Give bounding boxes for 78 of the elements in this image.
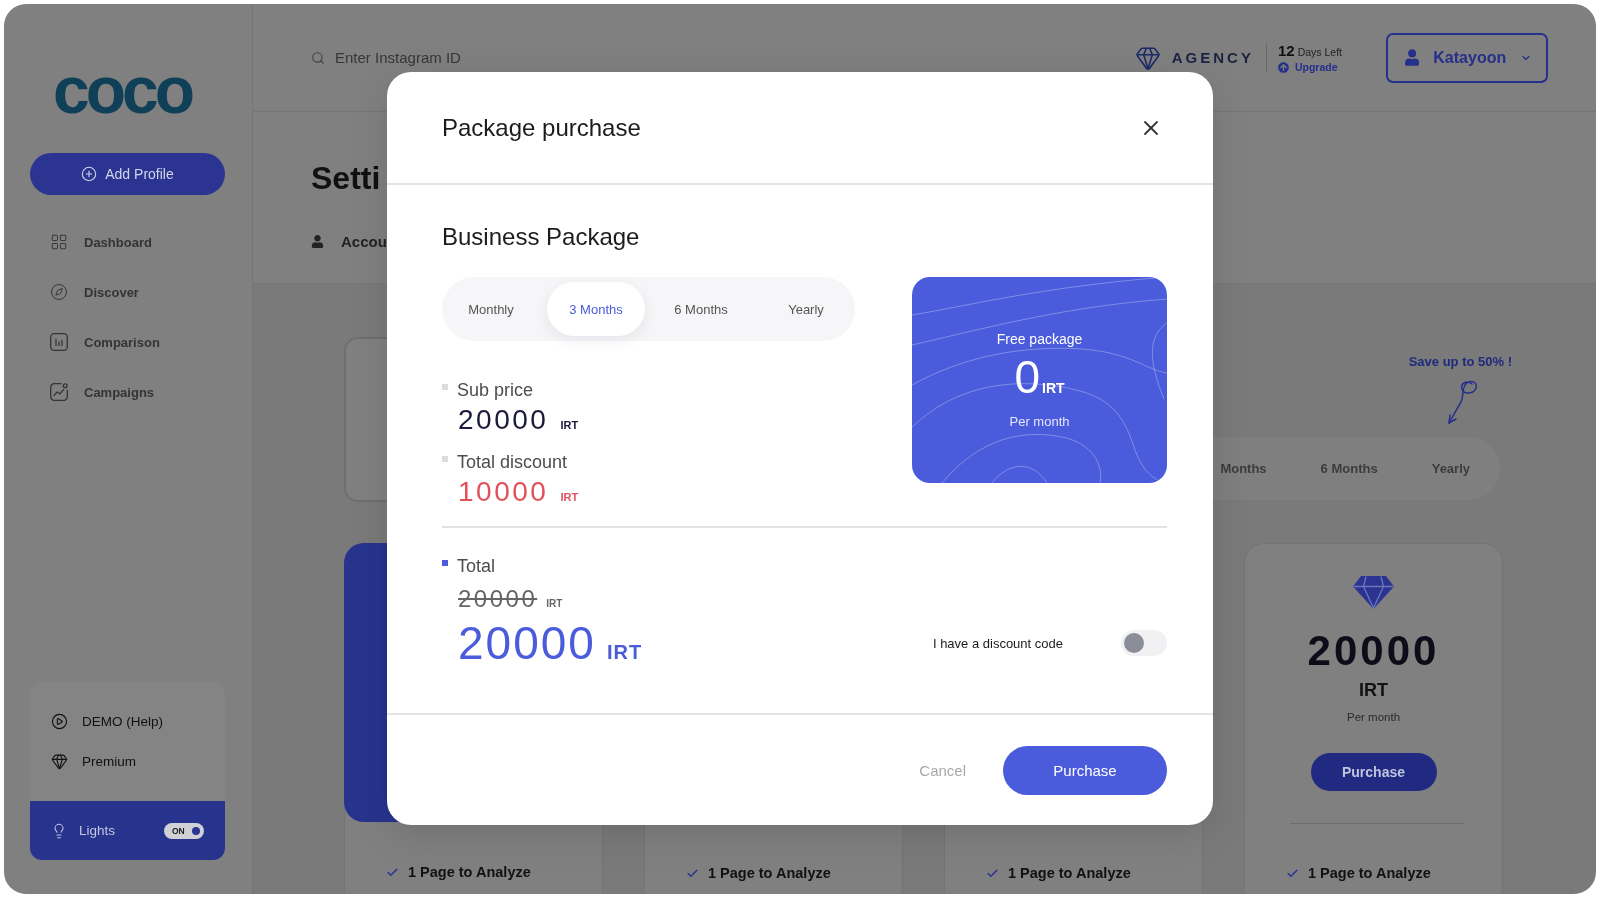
nav-item[interactable]: Dashboard bbox=[30, 217, 225, 267]
period-label: Per month bbox=[1346, 710, 1401, 724]
square-bullet-icon bbox=[442, 560, 448, 566]
logo: coco bbox=[53, 57, 192, 123]
currency-label: IRT bbox=[606, 641, 643, 664]
days-count: 12 bbox=[1277, 42, 1295, 59]
plan-name: Free package bbox=[996, 330, 1083, 349]
discount-code-label: I have a discount code bbox=[932, 635, 1063, 651]
help-item[interactable]: Premium bbox=[30, 741, 225, 781]
lights-toggle[interactable]: ON bbox=[164, 822, 204, 839]
discount-code-switch[interactable] bbox=[1121, 630, 1167, 656]
nav-item[interactable]: Campaigns bbox=[30, 367, 225, 417]
play-icon bbox=[51, 712, 68, 730]
nav-item[interactable]: Comparison bbox=[30, 317, 225, 367]
check-icon bbox=[686, 866, 699, 880]
dialog-title: Package purchase bbox=[442, 113, 641, 142]
period-label: Per month bbox=[1009, 413, 1070, 431]
nav-item[interactable]: Discover bbox=[30, 267, 225, 317]
feature-text: 1 Page to Analyze bbox=[1008, 864, 1131, 883]
check-icon bbox=[986, 866, 999, 880]
days-label: Days Left bbox=[1297, 46, 1342, 58]
period-tab[interactable]: Yearly bbox=[1431, 461, 1470, 476]
feature-text: 1 Page to Analyze bbox=[408, 863, 531, 882]
period-tab[interactable]: 6 Months bbox=[652, 282, 750, 336]
currency-label: IRT bbox=[1042, 380, 1065, 396]
period-tab[interactable]: Monthly bbox=[442, 282, 540, 336]
plan-label: AGENCY bbox=[1171, 49, 1254, 66]
search-field[interactable]: Enter Instagram ID bbox=[335, 45, 635, 70]
currency-label: IRT bbox=[1359, 679, 1388, 701]
compass-icon bbox=[50, 283, 68, 301]
upgrade-link[interactable]: Upgrade bbox=[1277, 61, 1342, 73]
line-chart-icon bbox=[50, 383, 68, 401]
user-icon bbox=[311, 234, 324, 248]
lights-label: Lights bbox=[79, 823, 116, 838]
help-item[interactable]: DEMO (Help) bbox=[30, 701, 225, 741]
package-name: Business Package bbox=[442, 222, 640, 252]
purchase-button[interactable]: Purchase bbox=[1003, 745, 1167, 795]
total-amount: 20000 bbox=[458, 616, 596, 671]
page-title: Setti bbox=[311, 159, 381, 198]
diamond-icon bbox=[1353, 576, 1394, 609]
price-amount: 20000 bbox=[458, 403, 549, 437]
check-icon bbox=[1286, 866, 1299, 880]
diamond-icon bbox=[1134, 44, 1161, 71]
feature-text: 1 Page to Analyze bbox=[1308, 864, 1431, 883]
price-amount: 10000 bbox=[458, 475, 549, 509]
purchase-button[interactable]: Purchase bbox=[1310, 753, 1437, 791]
feature-text: 1 Page to Analyze bbox=[708, 864, 831, 883]
price-amount: 20000 bbox=[1307, 627, 1440, 675]
bar-chart-icon bbox=[50, 333, 68, 351]
price-label: Sub price bbox=[457, 379, 534, 401]
add-profile-button[interactable]: Add Profile bbox=[30, 153, 225, 195]
square-bullet-icon bbox=[442, 456, 448, 462]
switch-knob-icon bbox=[1124, 633, 1144, 653]
grid-icon bbox=[50, 233, 68, 251]
period-tab[interactable]: 3 Months bbox=[547, 282, 645, 336]
cancel-button[interactable]: Cancel bbox=[919, 761, 966, 779]
lightbulb-icon bbox=[51, 822, 67, 839]
total-label: Total bbox=[457, 555, 496, 577]
account-tab[interactable]: Accou bbox=[311, 229, 387, 253]
user-menu-button[interactable]: Katayoon bbox=[1386, 32, 1548, 83]
period-tab[interactable]: 6 Months bbox=[1320, 461, 1378, 476]
price-label: Total discount bbox=[457, 451, 568, 473]
user-icon bbox=[1405, 49, 1420, 66]
promo-text: Save up to 50% ! bbox=[1408, 354, 1512, 370]
diamond-icon bbox=[51, 752, 68, 770]
currency-label: IRT bbox=[546, 598, 563, 609]
period-tab[interactable]: Yearly bbox=[757, 282, 855, 336]
plus-icon bbox=[81, 166, 98, 182]
curly-arrow-icon bbox=[1447, 378, 1478, 425]
check-icon bbox=[386, 865, 399, 879]
currency-label: IRT bbox=[560, 419, 579, 431]
toggle-knob-icon bbox=[192, 826, 200, 835]
old-price-amount: 20000 bbox=[458, 585, 538, 613]
period-tab[interactable]: Months bbox=[1220, 461, 1267, 476]
price-amount: 0 bbox=[1014, 353, 1040, 401]
currency-label: IRT bbox=[560, 491, 579, 503]
square-bullet-icon bbox=[442, 384, 448, 390]
search-icon bbox=[311, 50, 325, 65]
